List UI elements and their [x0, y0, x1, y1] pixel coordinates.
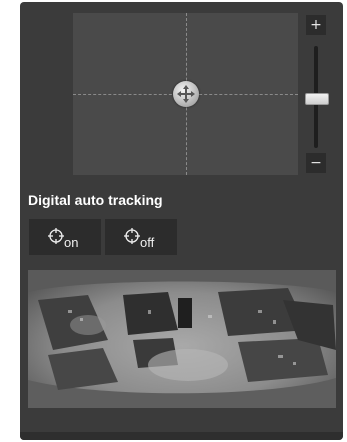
zoom-out-button[interactable]: −	[306, 153, 326, 173]
tracking-on-label: on	[64, 235, 79, 250]
panel-footer	[20, 432, 343, 440]
crosshair-icon	[124, 228, 140, 244]
control-panel: + − Digital auto tracking on off	[20, 2, 343, 440]
zoom-in-button[interactable]: +	[306, 15, 326, 35]
ptz-control-pad[interactable]	[73, 13, 298, 175]
camera-image	[28, 270, 336, 408]
zoom-slider-thumb[interactable]	[305, 93, 329, 105]
section-title: Digital auto tracking	[28, 192, 163, 208]
move-arrows-icon	[176, 85, 195, 103]
camera-preview[interactable]	[28, 270, 336, 408]
tracking-off-button[interactable]: off	[105, 219, 177, 255]
crosshair-icon	[48, 228, 64, 244]
tracking-on-button[interactable]: on	[29, 219, 101, 255]
tracking-off-label: off	[140, 235, 155, 250]
ptz-drag-handle[interactable]	[172, 81, 199, 107]
